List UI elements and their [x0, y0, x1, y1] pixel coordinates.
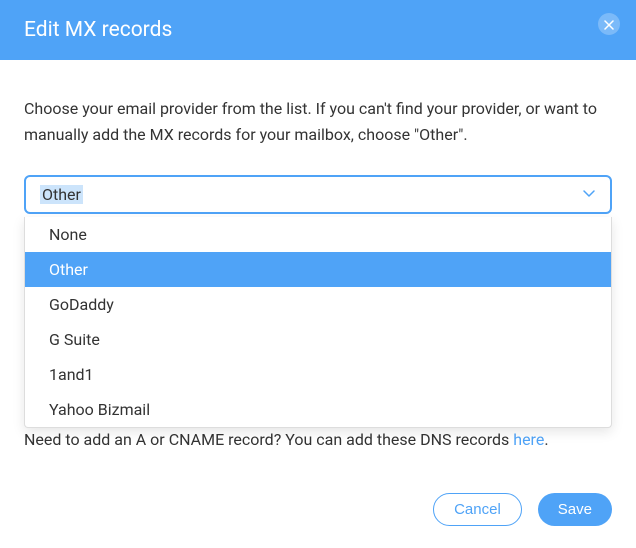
dropdown-item[interactable]: Yahoo Bizmail — [25, 392, 611, 427]
modal-buttons: Cancel Save — [433, 493, 612, 526]
close-button[interactable] — [598, 13, 620, 35]
provider-select-wrapper: Other NoneOtherGoDaddyG Suite1and1Yahoo … — [24, 175, 612, 214]
dns-records-link[interactable]: here — [513, 430, 544, 449]
provider-select-value: Other — [40, 185, 83, 204]
save-button[interactable]: Save — [538, 493, 612, 526]
cancel-button[interactable]: Cancel — [433, 493, 522, 526]
dropdown-item[interactable]: Other — [25, 252, 611, 287]
provider-dropdown-list[interactable]: NoneOtherGoDaddyG Suite1and1Yahoo Bizmai… — [25, 217, 611, 427]
modal-content: Choose your email provider from the list… — [0, 60, 636, 548]
provider-dropdown: NoneOtherGoDaddyG Suite1and1Yahoo Bizmai… — [24, 217, 612, 428]
footer-text-suffix: . — [544, 430, 548, 449]
chevron-down-icon — [582, 185, 596, 204]
modal-header: Edit MX records — [0, 0, 636, 60]
dropdown-item[interactable]: 1and1 — [25, 357, 611, 392]
dropdown-item[interactable]: GoDaddy — [25, 287, 611, 322]
provider-select[interactable]: Other — [24, 175, 612, 214]
modal-title: Edit MX records — [24, 18, 172, 42]
edit-mx-modal: Edit MX records Choose your email provid… — [0, 0, 636, 548]
dropdown-item[interactable]: G Suite — [25, 322, 611, 357]
close-icon — [604, 15, 614, 34]
description-text: Choose your email provider from the list… — [24, 96, 612, 147]
footer-text: Need to add an A or CNAME record? You ca… — [24, 430, 612, 449]
dropdown-item[interactable]: None — [25, 217, 611, 252]
footer-text-prefix: Need to add an A or CNAME record? You ca… — [24, 430, 513, 449]
